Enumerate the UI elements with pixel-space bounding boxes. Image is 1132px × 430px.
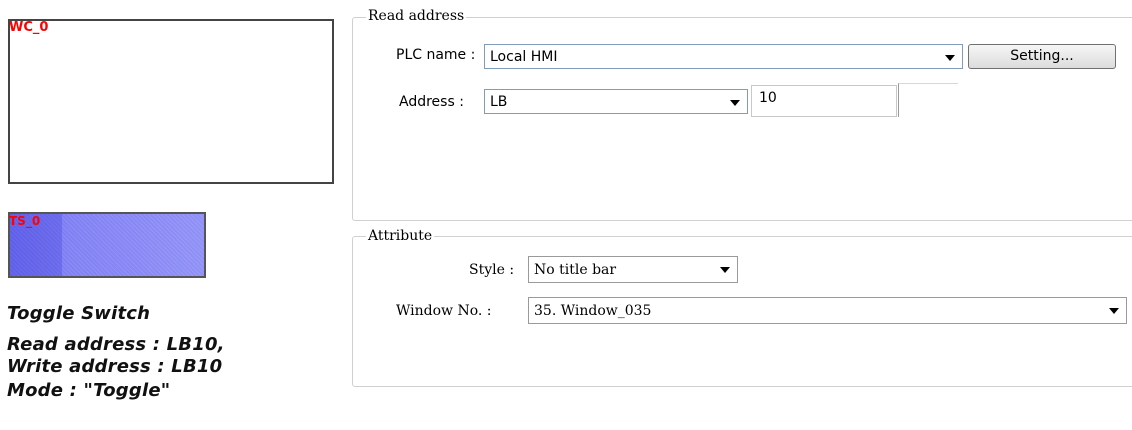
setting-button[interactable]: Setting...: [968, 44, 1116, 69]
window-container-preview: [8, 19, 334, 184]
description-line-1: Toggle Switch: [7, 303, 151, 324]
address-extension-field[interactable]: [898, 83, 958, 117]
style-value: No title bar: [534, 262, 617, 278]
style-select[interactable]: No title bar: [528, 256, 738, 283]
window-no-select[interactable]: 35. Window_035: [528, 297, 1127, 324]
address-label: Address :: [399, 94, 464, 110]
chevron-down-icon: [720, 267, 730, 273]
window-no-value: 35. Window_035: [534, 303, 652, 319]
attribute-title: Attribute: [366, 228, 435, 244]
window-no-label: Window No. :: [396, 303, 492, 319]
address-type-select[interactable]: LB: [484, 89, 748, 114]
read-address-title: Read address: [366, 8, 467, 24]
description-line-3: Write address : LB10: [7, 356, 223, 377]
address-value-input[interactable]: 10: [751, 85, 897, 117]
toggle-switch-label: TS_0: [9, 214, 41, 228]
plc-name-label: PLC name :: [396, 47, 476, 63]
description-line-2: Read address : LB10,: [7, 334, 225, 355]
chevron-down-icon: [1109, 308, 1119, 314]
address-type-value: LB: [490, 94, 508, 110]
chevron-down-icon: [945, 55, 955, 61]
chevron-down-icon: [730, 100, 740, 106]
window-container-label: WC_0: [9, 20, 49, 35]
style-label: Style :: [469, 262, 515, 278]
plc-name-value: Local HMI: [490, 49, 558, 65]
address-value: 10: [759, 90, 777, 106]
description-line-4: Mode : "Toggle": [7, 380, 171, 401]
setting-button-label: Setting...: [1010, 48, 1074, 64]
plc-name-select[interactable]: Local HMI: [484, 44, 963, 69]
